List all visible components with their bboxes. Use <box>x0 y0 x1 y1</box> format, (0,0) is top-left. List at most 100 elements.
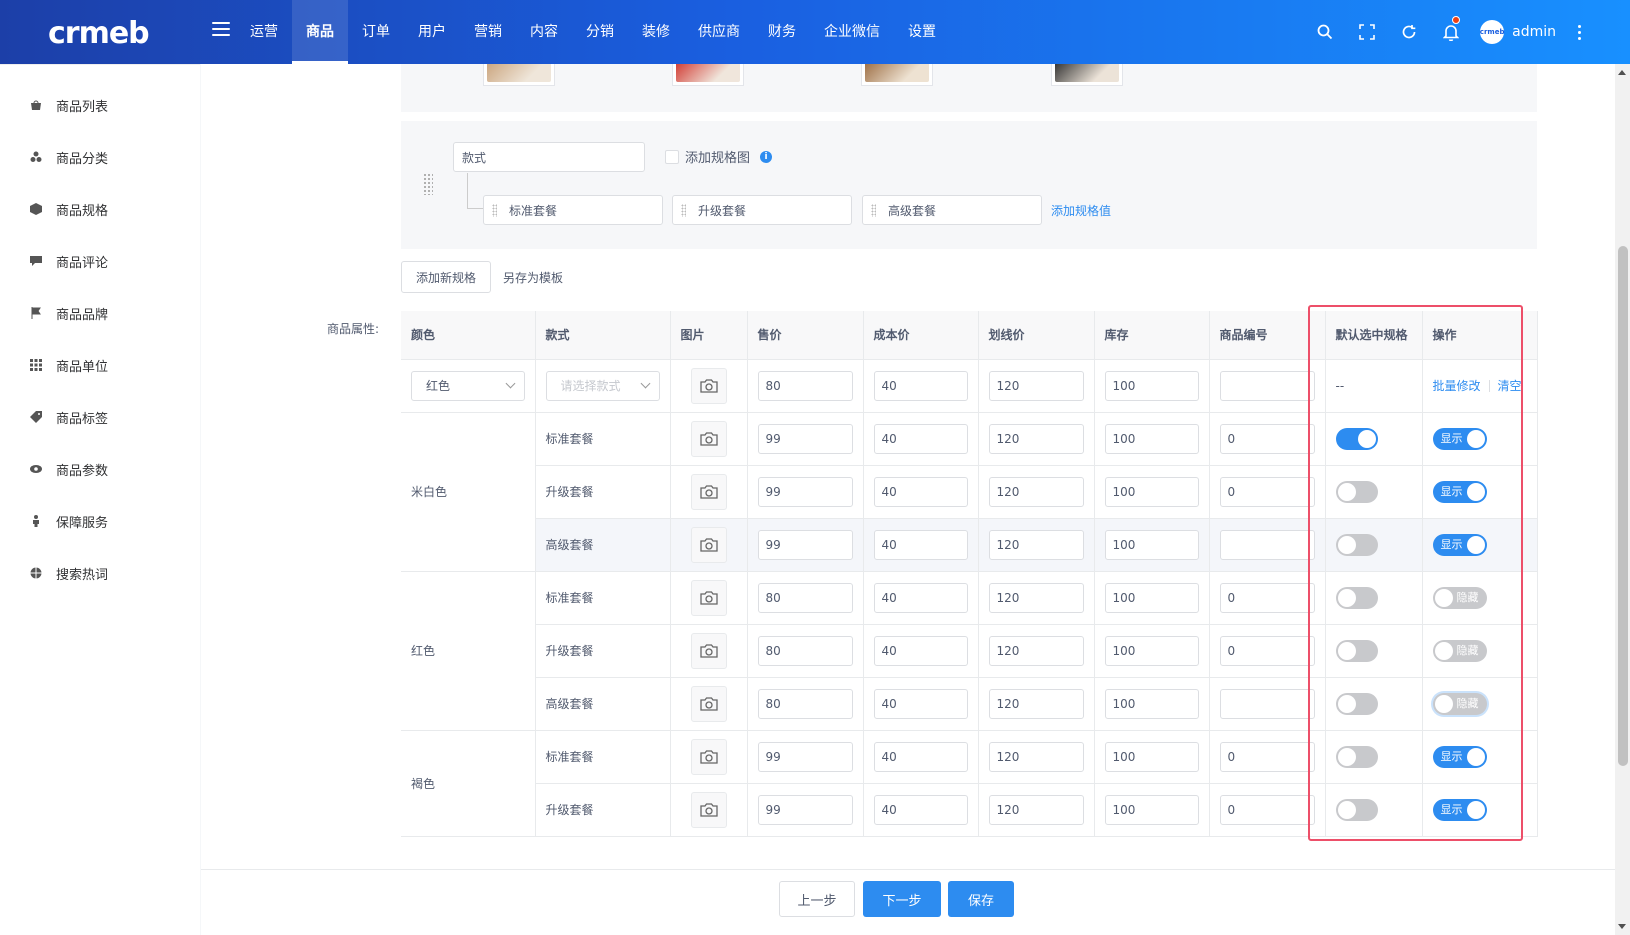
default-spec-toggle[interactable] <box>1335 798 1378 821</box>
nav-item[interactable]: 商品 <box>292 0 348 64</box>
visibility-toggle[interactable]: 显示 <box>1432 798 1487 821</box>
visibility-toggle[interactable]: 隐藏 <box>1432 586 1487 609</box>
scrollbar-thumb[interactable] <box>1618 246 1628 766</box>
spec-value-input[interactable]: 标准套餐 <box>483 195 663 225</box>
default-spec-toggle[interactable] <box>1335 692 1378 715</box>
nav-item[interactable]: 供应商 <box>684 0 754 64</box>
table-cell-input[interactable]: 120 <box>988 370 1084 401</box>
next-step-button[interactable]: 下一步 <box>863 881 941 917</box>
sidebar-item[interactable]: 商品标签 <box>0 391 200 443</box>
user-menu[interactable]: crmeb admin <box>1472 0 1564 64</box>
table-cell-input[interactable]: 0 <box>1219 476 1315 507</box>
spec-image-thumbnail[interactable] <box>672 64 744 86</box>
camera-upload-icon[interactable] <box>690 738 727 775</box>
drag-icon[interactable] <box>492 203 497 217</box>
spec-value-input[interactable]: 升级套餐 <box>672 195 852 225</box>
table-cell-input[interactable]: 99 <box>757 423 853 454</box>
scroll-down-arrow-icon[interactable] <box>1618 924 1626 929</box>
search-icon[interactable] <box>1304 0 1346 64</box>
sidebar-item[interactable]: 商品列表 <box>0 79 200 131</box>
table-cell-input[interactable]: 0 <box>1219 423 1315 454</box>
table-cell-input[interactable]: 40 <box>873 635 968 666</box>
more-vertical-icon[interactable] <box>1564 0 1594 64</box>
add-spec-value-link[interactable]: 添加规格值 <box>1051 202 1111 219</box>
nav-item[interactable]: 企业微信 <box>810 0 894 64</box>
table-cell-input[interactable]: 40 <box>873 741 968 772</box>
table-cell-input[interactable]: 80 <box>757 582 853 613</box>
sidebar-item[interactable]: 搜索热词 <box>0 547 200 599</box>
sidebar-item[interactable]: 保障服务 <box>0 495 200 547</box>
table-cell-input[interactable]: 100 <box>1104 476 1199 507</box>
table-cell-input[interactable]: 100 <box>1104 370 1199 401</box>
save-as-template-button[interactable]: 另存为模板 <box>497 261 569 293</box>
table-cell-input[interactable] <box>1219 688 1315 719</box>
spec-name-input[interactable]: 款式 <box>453 142 645 172</box>
table-cell-input[interactable]: 80 <box>757 688 853 719</box>
table-cell-input[interactable]: 40 <box>873 423 968 454</box>
table-cell-input[interactable] <box>1219 529 1315 560</box>
camera-upload-icon[interactable] <box>690 473 727 510</box>
fullscreen-icon[interactable] <box>1346 0 1388 64</box>
nav-item[interactable]: 用户 <box>404 0 460 64</box>
add-new-spec-button[interactable]: 添加新规格 <box>401 261 491 293</box>
camera-upload-icon[interactable] <box>690 632 727 669</box>
table-cell-input[interactable]: 100 <box>1104 423 1199 454</box>
sidebar-item[interactable]: 商品规格 <box>0 183 200 235</box>
default-spec-toggle[interactable] <box>1335 533 1378 556</box>
spec-image-thumbnail[interactable] <box>861 64 933 86</box>
visibility-toggle[interactable]: 隐藏 <box>1432 692 1487 715</box>
table-cell-input[interactable]: 40 <box>873 370 968 401</box>
camera-upload-icon[interactable] <box>690 367 727 404</box>
table-cell-input[interactable]: 100 <box>1104 635 1199 666</box>
save-button[interactable]: 保存 <box>948 881 1014 917</box>
visibility-toggle[interactable]: 显示 <box>1432 745 1487 768</box>
table-cell-input[interactable]: 120 <box>988 635 1084 666</box>
drag-handle-icon[interactable] <box>423 173 433 195</box>
nav-item[interactable]: 装修 <box>628 0 684 64</box>
table-cell-input[interactable]: 120 <box>988 529 1084 560</box>
visibility-toggle[interactable]: 显示 <box>1432 533 1487 556</box>
table-cell-input[interactable]: 99 <box>757 529 853 560</box>
camera-upload-icon[interactable] <box>690 791 727 828</box>
visibility-toggle[interactable]: 显示 <box>1432 427 1487 450</box>
nav-item[interactable]: 营销 <box>460 0 516 64</box>
default-spec-toggle[interactable] <box>1335 480 1378 503</box>
batch-style-select[interactable]: 请选择款式 <box>545 370 660 401</box>
table-cell-input[interactable]: 40 <box>873 688 968 719</box>
clear-link[interactable]: 清空 <box>1498 377 1522 394</box>
visibility-toggle[interactable]: 隐藏 <box>1432 639 1487 662</box>
camera-upload-icon[interactable] <box>690 526 727 563</box>
checkbox[interactable] <box>665 149 679 164</box>
camera-upload-icon[interactable] <box>690 579 727 616</box>
add-spec-image-checkbox[interactable]: 添加规格图 i <box>665 147 773 166</box>
table-cell-input[interactable]: 0 <box>1219 582 1315 613</box>
drag-icon[interactable] <box>871 203 876 217</box>
nav-item[interactable]: 设置 <box>894 0 950 64</box>
table-cell-input[interactable]: 99 <box>757 741 853 772</box>
table-cell-input[interactable]: 120 <box>988 741 1084 772</box>
table-cell-input[interactable]: 100 <box>1104 741 1199 772</box>
camera-upload-icon[interactable] <box>690 420 727 457</box>
table-cell-input[interactable]: 80 <box>757 370 853 401</box>
default-spec-toggle[interactable] <box>1335 427 1378 450</box>
table-cell-input[interactable]: 100 <box>1104 582 1199 613</box>
spec-image-thumbnail[interactable] <box>483 64 555 86</box>
nav-item[interactable]: 财务 <box>754 0 810 64</box>
batch-edit-link[interactable]: 批量修改 <box>1433 377 1481 394</box>
sidebar-item[interactable]: 商品分类 <box>0 131 200 183</box>
notification-bell-icon[interactable] <box>1430 0 1472 64</box>
default-spec-toggle[interactable] <box>1335 745 1378 768</box>
table-cell-input[interactable]: 0 <box>1219 741 1315 772</box>
table-cell-input[interactable]: 100 <box>1104 794 1199 825</box>
refresh-icon[interactable] <box>1388 0 1430 64</box>
sidebar-item[interactable]: 商品评论 <box>0 235 200 287</box>
spec-image-thumbnail[interactable] <box>1051 64 1123 86</box>
table-cell-input[interactable]: 40 <box>873 529 968 560</box>
table-cell-input[interactable]: 120 <box>988 688 1084 719</box>
vertical-scrollbar[interactable] <box>1615 64 1630 935</box>
default-spec-toggle[interactable] <box>1335 586 1378 609</box>
spec-value-input[interactable]: 高级套餐 <box>862 195 1042 225</box>
table-cell-input[interactable]: 120 <box>988 582 1084 613</box>
table-cell-input[interactable]: 40 <box>873 582 968 613</box>
table-cell-input[interactable]: 100 <box>1104 688 1199 719</box>
